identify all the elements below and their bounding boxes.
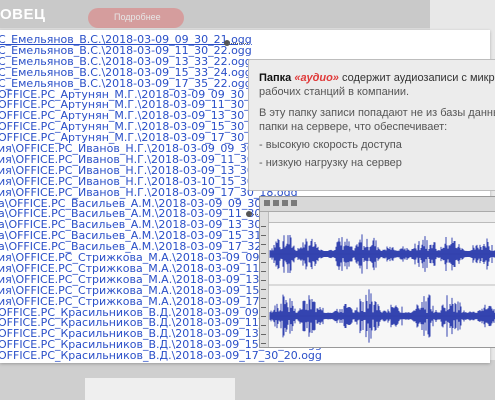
scale-tick xyxy=(261,235,266,236)
toolbar-tool-icon[interactable] xyxy=(264,200,270,206)
scale-tick xyxy=(261,289,266,290)
timeline-ruler[interactable] xyxy=(268,212,495,223)
scale-tick xyxy=(261,244,266,245)
scale-tick xyxy=(261,298,266,299)
scale-tick xyxy=(261,226,266,227)
toolbar-tool-icon[interactable] xyxy=(273,200,279,206)
scale-tick xyxy=(261,262,266,263)
connector-line xyxy=(228,43,248,44)
scale-tick xyxy=(261,343,266,344)
callout-bullet-1: - высокую скорость доступа xyxy=(259,139,402,151)
audio-editor-window xyxy=(259,196,495,348)
scale-tick xyxy=(261,280,266,281)
callout-line-3: В эту папку записи попадают не из базы д… xyxy=(259,107,495,119)
background-title: ОВЕЦ xyxy=(0,6,46,23)
scale-tick xyxy=(261,334,266,335)
file-list-item[interactable]: OFFICE.PC_Красильников_В.Д.\2018-03-09_1… xyxy=(0,349,322,362)
callout-title-bold: Папка xyxy=(259,72,292,84)
scale-tick xyxy=(261,253,266,254)
callout-title: Папка «аудио» содержит аудиозаписи с мик… xyxy=(259,71,495,85)
scale-tick xyxy=(261,316,266,317)
background-button-label: Подробнее xyxy=(114,12,161,22)
callout-bullet-2: - низкую нагрузку на сервер xyxy=(259,157,402,169)
callout-title-rest: содержит аудиозаписи с микроф xyxy=(342,72,495,84)
callout-line-2: рабочих станций в компании. xyxy=(259,86,410,98)
scale-tick xyxy=(261,325,266,326)
scale-tick xyxy=(261,271,266,272)
background-footer-card xyxy=(85,378,235,400)
info-callout: Папка «аудио» содержит аудиозаписи с мик… xyxy=(248,59,495,191)
background-footer xyxy=(0,360,495,400)
scale-tick xyxy=(261,307,266,308)
audio-editor-toolbar xyxy=(260,197,495,212)
amplitude-scale xyxy=(260,212,269,347)
background-button: Подробнее xyxy=(88,8,184,28)
toolbar-tool-icon[interactable] xyxy=(282,200,288,206)
waveform-display[interactable] xyxy=(269,223,495,347)
background-header xyxy=(0,0,495,28)
toolbar-tool-icon[interactable] xyxy=(291,200,297,206)
callout-title-accent: «аудио» xyxy=(294,72,339,84)
callout-line-4: папки на сервере, что обеспечивает: xyxy=(259,121,448,133)
